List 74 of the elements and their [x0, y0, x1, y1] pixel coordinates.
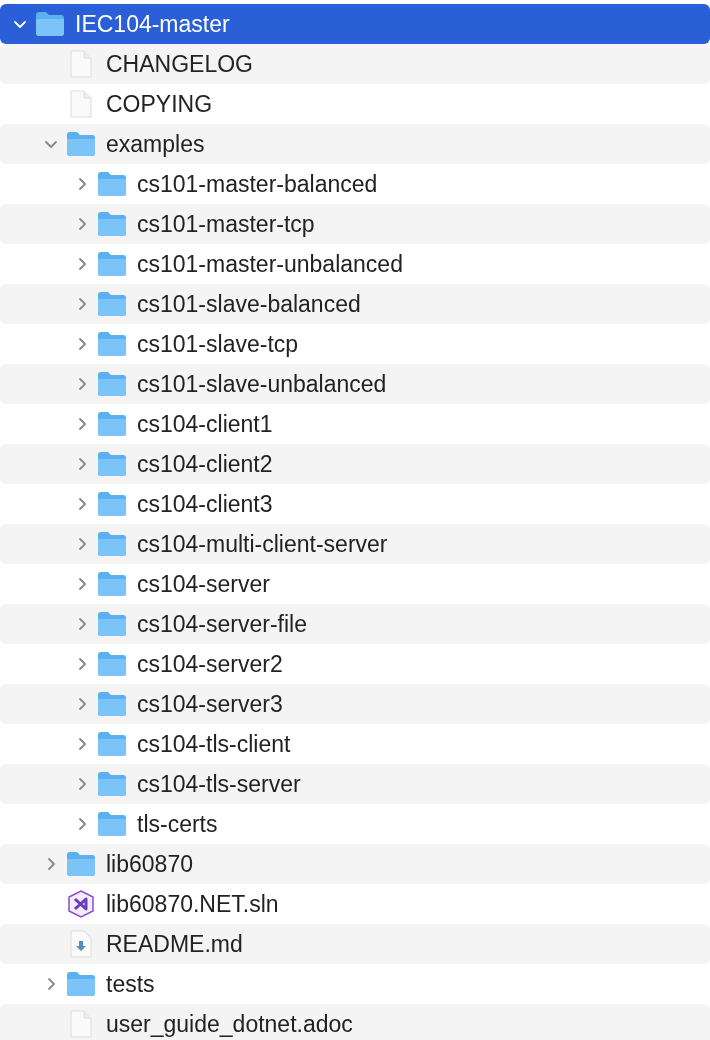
file-row[interactable]: cs101-master-tcp — [0, 204, 710, 244]
file-row[interactable]: cs101-master-unbalanced — [0, 244, 710, 284]
file-name: cs104-client2 — [137, 450, 273, 478]
file-row[interactable]: cs104-server2 — [0, 644, 710, 684]
file-name: tests — [106, 970, 155, 998]
file-name: lib60870.NET.sln — [106, 890, 279, 918]
file-row[interactable]: lib60870 — [0, 844, 710, 884]
folder-icon — [97, 331, 127, 357]
file-name: cs104-client1 — [137, 410, 273, 438]
file-row[interactable]: examples — [0, 124, 710, 164]
file-name: tls-certs — [137, 810, 218, 838]
file-name: cs101-slave-balanced — [137, 290, 361, 318]
file-name: cs101-slave-tcp — [137, 330, 299, 358]
folder-icon — [97, 411, 127, 437]
file-name: cs104-server-file — [137, 610, 307, 638]
folder-icon — [97, 451, 127, 477]
folder-icon — [97, 611, 127, 637]
folder-icon — [97, 531, 127, 557]
folder-icon — [66, 971, 96, 997]
file-row[interactable]: cs104-client1 — [0, 404, 710, 444]
file-name: cs104-tls-server — [137, 770, 301, 798]
file-row[interactable]: COPYING — [0, 84, 710, 124]
file-row[interactable]: cs101-slave-tcp — [0, 324, 710, 364]
file-name: cs104-server2 — [137, 650, 283, 678]
file-name: user_guide_dotnet.adoc — [106, 1010, 353, 1038]
file-name: IEC104-master — [75, 10, 230, 38]
file-row[interactable]: README.md — [0, 924, 710, 964]
file-row[interactable]: cs104-server-file — [0, 604, 710, 644]
folder-icon — [97, 211, 127, 237]
file-row[interactable]: cs104-server3 — [0, 684, 710, 724]
file-name: cs101-master-unbalanced — [137, 250, 403, 278]
file-row[interactable]: cs101-slave-balanced — [0, 284, 710, 324]
folder-icon — [97, 491, 127, 517]
folder-icon — [97, 251, 127, 277]
file-name: COPYING — [106, 90, 213, 118]
file-row[interactable]: cs104-multi-client-server — [0, 524, 710, 564]
folder-icon — [97, 811, 127, 837]
file-name: cs104-client3 — [137, 490, 273, 518]
file-row[interactable]: tests — [0, 964, 710, 1004]
file-row[interactable]: user_guide_dotnet.adoc — [0, 1004, 710, 1040]
folder-icon — [97, 371, 127, 397]
folder-icon — [97, 691, 127, 717]
file-row[interactable]: cs104-server — [0, 564, 710, 604]
file-name: examples — [106, 130, 205, 158]
file-name: cs104-tls-client — [137, 730, 291, 758]
file-name: cs104-multi-client-server — [137, 530, 388, 558]
file-row[interactable]: lib60870.NET.sln — [0, 884, 710, 924]
file-row[interactable]: cs101-master-balanced — [0, 164, 710, 204]
file-name: CHANGELOG — [106, 50, 253, 78]
file-name: cs101-master-tcp — [137, 210, 315, 238]
folder-icon — [97, 651, 127, 677]
visual-studio-icon — [66, 889, 96, 919]
file-row[interactable]: cs101-slave-unbalanced — [0, 364, 710, 404]
file-name: cs104-server — [137, 570, 270, 598]
folder-icon — [97, 171, 127, 197]
file-row[interactable]: CHANGELOG — [0, 44, 710, 84]
folder-icon — [66, 131, 96, 157]
file-name: cs101-slave-unbalanced — [137, 370, 387, 398]
folder-icon — [97, 291, 127, 317]
file-row[interactable]: tls-certs — [0, 804, 710, 844]
file-row[interactable]: cs104-tls-server — [0, 764, 710, 804]
folder-icon — [97, 571, 127, 597]
file-row[interactable]: cs104-tls-client — [0, 724, 710, 764]
folder-icon — [97, 731, 127, 757]
folder-icon — [66, 851, 96, 877]
file-name: cs101-master-balanced — [137, 170, 378, 198]
folder-icon — [35, 11, 65, 37]
file-row[interactable]: IEC104-master — [0, 4, 710, 44]
file-row[interactable]: cs104-client2 — [0, 444, 710, 484]
file-name: cs104-server3 — [137, 690, 283, 718]
folder-icon — [97, 771, 127, 797]
file-name: README.md — [106, 930, 243, 958]
file-name: lib60870 — [106, 850, 193, 878]
file-row[interactable]: cs104-client3 — [0, 484, 710, 524]
